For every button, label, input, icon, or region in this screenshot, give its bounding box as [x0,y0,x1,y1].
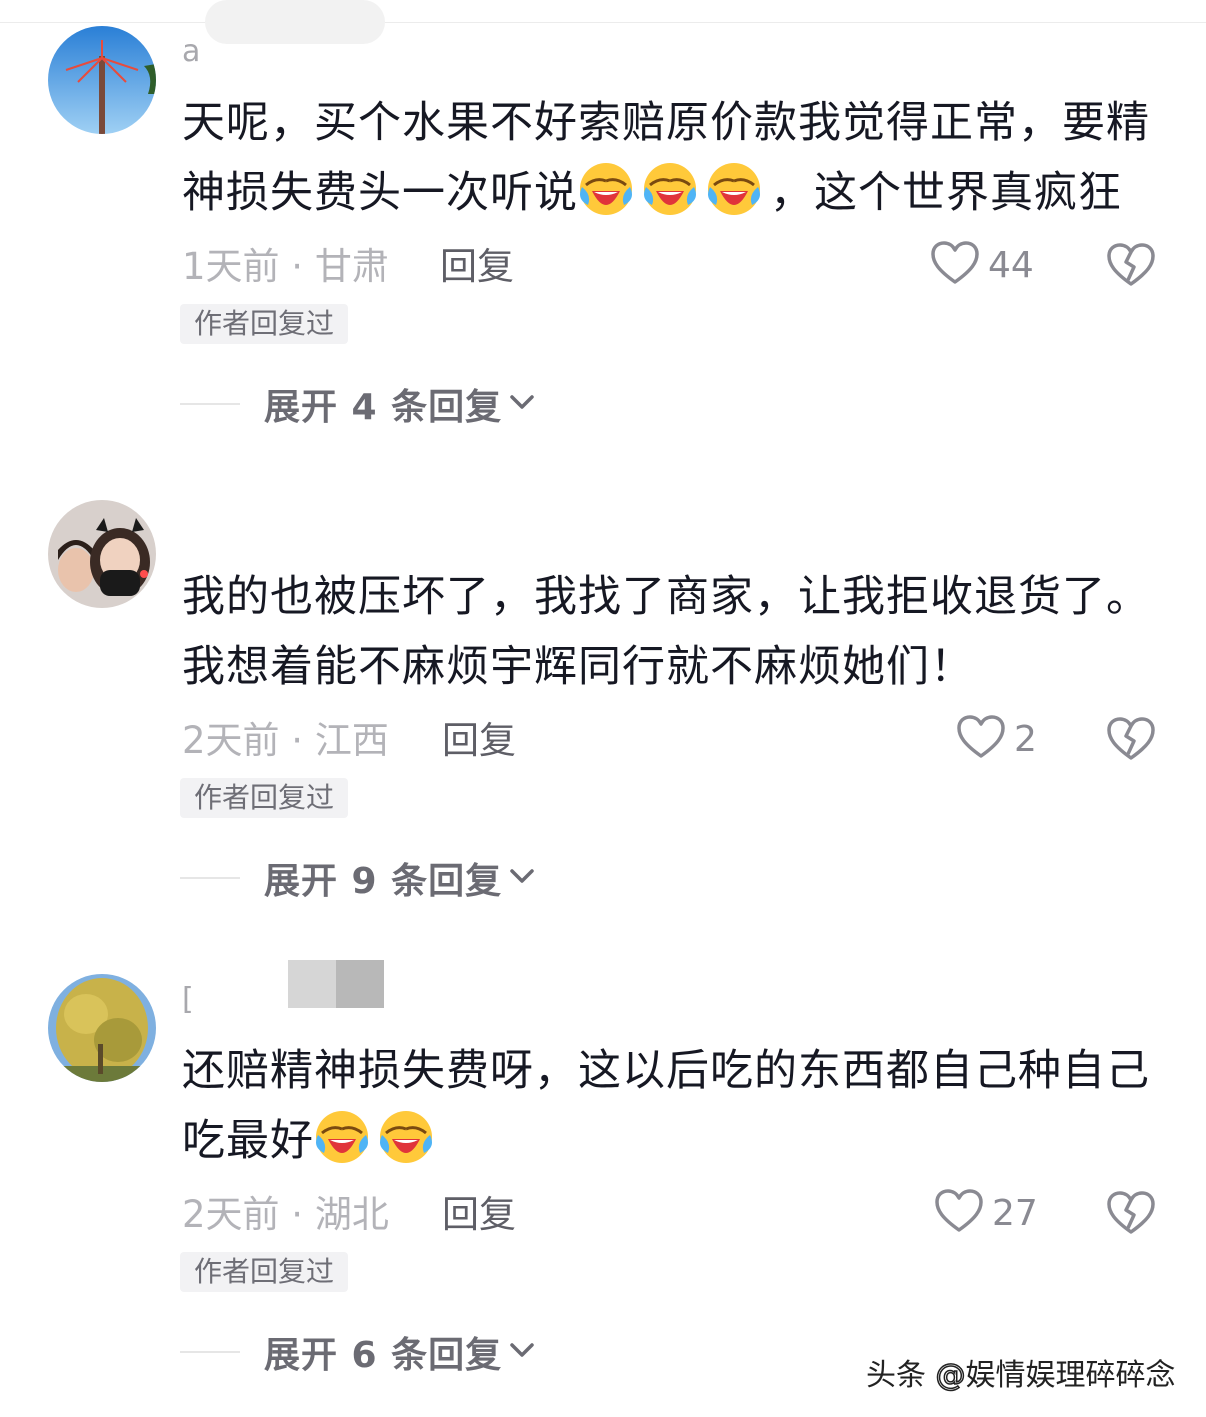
author-replied-badge: 作者回复过 [180,1252,349,1292]
author-replied-badge: 作者回复过 [180,304,349,344]
like-button[interactable]: 44 [930,240,1034,290]
comment-time-location: 2天前 · 湖北 [182,1193,389,1236]
like-count: 44 [988,244,1034,286]
reply-button[interactable]: 回复 [442,716,516,766]
like-button[interactable]: 2 [956,714,1037,764]
chevron-down-icon [508,866,536,890]
dislike-button[interactable] [1106,716,1156,766]
comment-username[interactable]: a [182,34,200,70]
comment-time-location: 2天前 · 江西 [182,719,389,762]
comment-text: 天呢，买个水果不好索赔原价款我觉得正常，要精神损失费头一次听说 ，这个世界真疯狂 [182,88,1162,228]
top-divider [0,22,1206,23]
watermark-prefix: 头条 [866,1358,926,1393]
avatar[interactable] [48,500,156,608]
avatar[interactable] [48,974,156,1082]
heart-outline-icon [934,1188,984,1238]
face-with-tears-of-joy-icon [314,1109,370,1165]
broken-heart-icon [1106,717,1156,766]
face-with-tears-of-joy-icon [378,1109,434,1165]
reply-button[interactable]: 回复 [440,242,514,292]
face-with-tears-of-joy-icon [642,161,698,217]
like-count: 2 [1014,718,1037,760]
comment-time-location: 1天前 · 甘肃 [182,245,389,288]
dislike-button[interactable] [1106,242,1156,292]
like-count: 27 [992,1192,1038,1234]
divider [180,403,240,405]
expand-replies-label: 展开 9 条回复 [264,861,503,902]
redacted-username-blur [288,960,384,1008]
comment-text-body: 我的也被压坏了，我找了商家，让我拒收退货了。我想着能不麻烦宇辉同行就不麻烦她们！ [182,572,1150,692]
comment-text-tail: ，这个世界真疯狂 [770,168,1122,218]
expand-replies-button[interactable]: 展开 6 条回复 [180,1326,536,1378]
divider [180,1351,240,1353]
author-replied-badge: 作者回复过 [180,778,349,818]
heart-outline-icon [930,240,980,290]
face-with-tears-of-joy-icon [706,161,762,217]
expand-replies-button[interactable]: 展开 4 条回复 [180,378,536,430]
expand-replies-label: 展开 4 条回复 [264,387,503,428]
heart-outline-icon [956,714,1006,764]
watermark: 头条 @娱情娱理碎碎念 [866,1356,1176,1396]
expand-replies-button[interactable]: 展开 9 条回复 [180,852,536,904]
comment-username[interactable]: [ [182,982,194,1018]
reply-button[interactable]: 回复 [442,1190,516,1240]
divider [180,877,240,879]
avatar[interactable] [48,26,156,134]
face-with-tears-of-joy-icon [578,161,634,217]
redacted-username-blur [205,0,385,44]
chevron-down-icon [508,1340,536,1364]
comment-text: 我的也被压坏了，我找了商家，让我拒收退货了。我想着能不麻烦宇辉同行就不麻烦她们！ [182,562,1162,702]
like-button[interactable]: 27 [934,1188,1038,1238]
dislike-button[interactable] [1106,1190,1156,1240]
expand-replies-label: 展开 6 条回复 [264,1335,503,1376]
watermark-at: @ [935,1357,967,1394]
watermark-handle: 娱情娱理碎碎念 [965,1358,1176,1393]
broken-heart-icon [1106,1191,1156,1240]
comment-text: 还赔精神损失费呀，这以后吃的东西都自己种自己吃最好 [182,1036,1162,1176]
chevron-down-icon [508,392,536,416]
broken-heart-icon [1106,243,1156,292]
